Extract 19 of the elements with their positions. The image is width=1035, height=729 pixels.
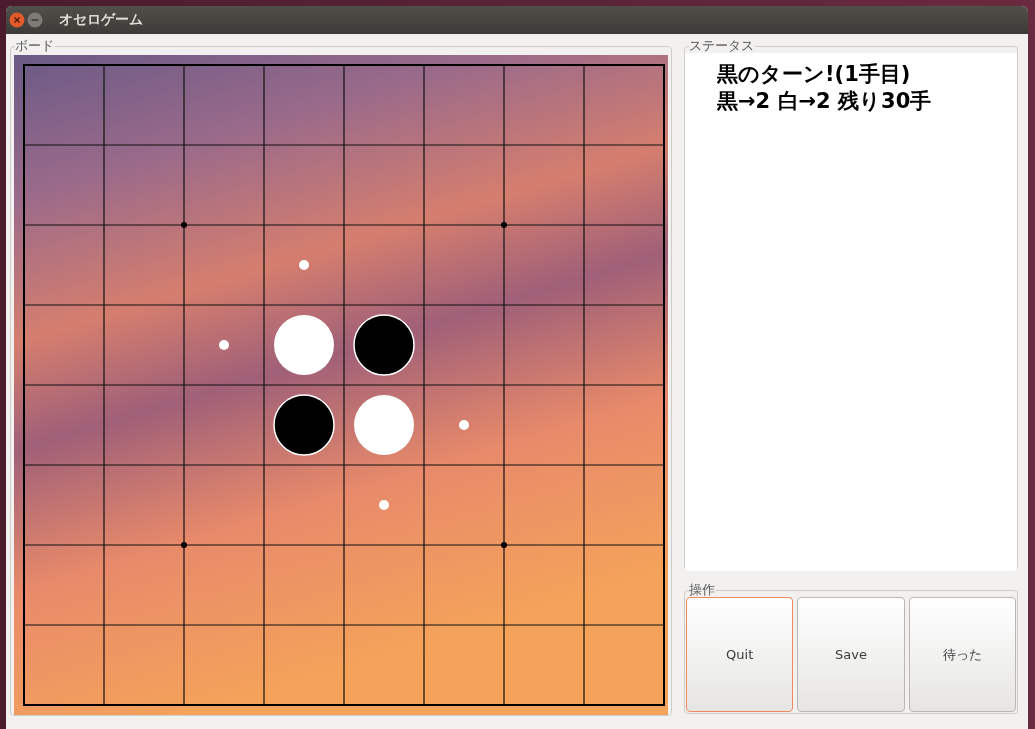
action-button[interactable]: Quit — [686, 597, 794, 712]
star-point — [181, 222, 187, 228]
star-point — [181, 542, 187, 548]
status-text: 黒のターン!(1手目) — [717, 61, 912, 88]
action-button[interactable]: 待った — [908, 597, 1016, 712]
window-title: オセロゲーム — [59, 11, 143, 29]
status-text: 黒→2 白→2 残り30手 — [717, 88, 933, 115]
star-point — [501, 222, 507, 228]
move-hint-dot[interactable] — [219, 340, 229, 350]
action-button[interactable]: Save — [797, 597, 905, 712]
group-label: ステータス — [689, 38, 755, 53]
move-hint-dot[interactable] — [379, 500, 389, 510]
star-point — [501, 542, 507, 548]
group-label: 操作 — [689, 582, 716, 597]
close-icon[interactable] — [9, 12, 25, 28]
minimize-icon[interactable] — [27, 12, 43, 28]
move-hint-dot[interactable] — [299, 260, 309, 270]
group-label: ボード — [15, 38, 55, 53]
move-hint-dot[interactable] — [459, 420, 469, 430]
